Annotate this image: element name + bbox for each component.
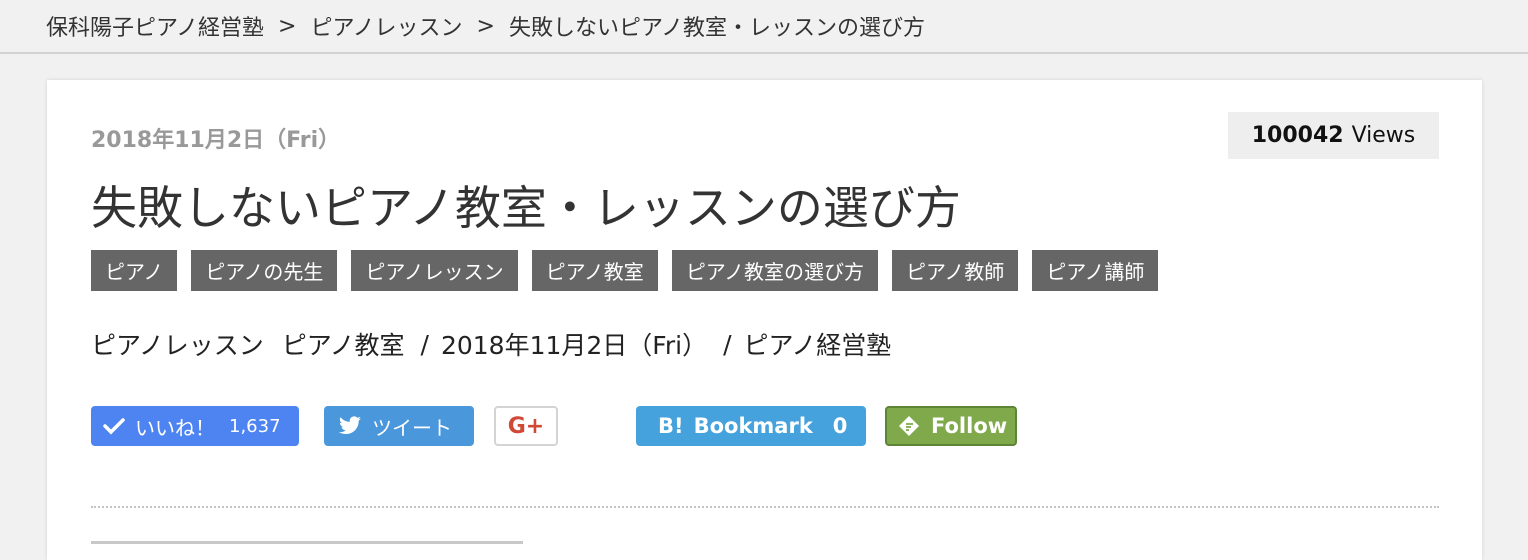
meta-category-link[interactable]: ピアノレッスン: [91, 326, 264, 362]
meta-category-link[interactable]: ピアノ教室: [282, 326, 405, 362]
views-count: 100042: [1251, 123, 1344, 148]
tag-item[interactable]: ピアノ教師: [892, 250, 1019, 291]
breadcrumb-separator: >: [476, 13, 495, 39]
breadcrumb-item-category[interactable]: ピアノレッスン: [310, 10, 462, 42]
google-plus-icon: G+: [507, 413, 545, 439]
tweet-button[interactable]: ツイート: [324, 406, 474, 446]
tag-item[interactable]: ピアノ教室の選び方: [671, 250, 879, 291]
breadcrumb-separator: >: [278, 13, 297, 39]
bookmark-label: Bookmark: [693, 414, 813, 438]
tag-item[interactable]: ピアノレッスン: [351, 250, 518, 291]
article-card: 2018年11月2日（Fri） 100042 Views 失敗しないピアノ教室・…: [47, 80, 1482, 560]
tag-item[interactable]: ピアノの先生: [191, 250, 338, 291]
page-title: 失敗しないピアノ教室・レッスンの選び方: [91, 181, 961, 235]
like-label: いいね！: [135, 415, 215, 440]
twitter-bird-icon: [338, 416, 362, 436]
follow-label: Follow: [931, 414, 1008, 438]
meta-separator: /: [723, 329, 732, 359]
tag-item[interactable]: ピアノ: [91, 250, 178, 291]
feedly-icon: [897, 414, 921, 438]
meta-author[interactable]: ピアノ経営塾: [744, 326, 892, 362]
tag-item[interactable]: ピアノ教室: [531, 250, 658, 291]
tag-item[interactable]: ピアノ講師: [1032, 250, 1159, 291]
views-label: Views: [1351, 123, 1416, 148]
google-plus-button[interactable]: G+: [494, 406, 558, 446]
like-count: 1,637: [229, 415, 281, 437]
breadcrumb-item-home[interactable]: 保科陽子ピアノ経営塾: [46, 10, 264, 42]
article-meta: ピアノレッスン ピアノ教室 / 2018年11月2日（Fri） / ピアノ経営塾: [91, 326, 891, 362]
checkmark-icon: [103, 417, 125, 435]
breadcrumb: 保科陽子ピアノ経営塾 > ピアノレッスン > 失敗しないピアノ教室・レッスンの選…: [0, 0, 1528, 54]
bookmark-count: 0: [832, 414, 848, 438]
facebook-like-button[interactable]: いいね！ 1,637: [91, 406, 299, 446]
breadcrumb-item-current: 失敗しないピアノ教室・レッスンの選び方: [508, 16, 925, 41]
feedly-follow-button[interactable]: Follow: [885, 406, 1017, 446]
tag-list: ピアノ ピアノの先生 ピアノレッスン ピアノ教室 ピアノ教室の選び方 ピアノ教師…: [91, 250, 1159, 291]
tweet-label: ツイート: [372, 415, 452, 440]
hatena-bookmark-button[interactable]: B! Bookmark 0: [636, 406, 866, 446]
meta-separator: /: [420, 329, 429, 359]
views-badge: 100042 Views: [1228, 112, 1439, 159]
section-divider: [91, 506, 1439, 508]
hatena-logo-icon: B!: [658, 414, 684, 438]
article-date: 2018年11月2日（Fri）: [91, 128, 341, 153]
meta-date: 2018年11月2日（Fri）: [440, 331, 708, 360]
